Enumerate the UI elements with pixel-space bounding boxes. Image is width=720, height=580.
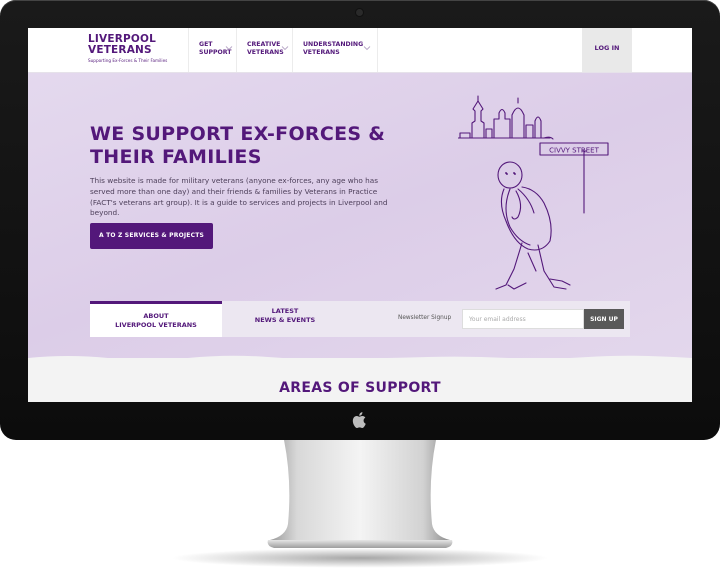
top-navigation: LIVERPOOL VETERANS Supporting Ex-Forces … (28, 28, 692, 73)
nav-item-get-support[interactable]: GET SUPPORT (188, 28, 237, 72)
sign-up-button[interactable]: SIGN UP (584, 309, 624, 329)
chevron-down-icon (363, 46, 371, 51)
a-to-z-services-button[interactable]: A TO Z SERVICES & PROJECTS (90, 223, 213, 249)
tab-about-liverpool-veterans[interactable]: ABOUT LIVERPOOL VETERANS (90, 301, 222, 337)
hero-description: This website is made for military vetera… (90, 176, 388, 218)
browser-screen: LIVERPOOL VETERANS Supporting Ex-Forces … (28, 28, 692, 402)
civvy-street-sign: CIVVY STREET (549, 146, 599, 154)
hero-title: WE SUPPORT EX-FORCES & THEIR FAMILIES (90, 123, 386, 168)
chevron-down-icon (281, 46, 289, 51)
logo-tagline: Supporting Ex-Forces & Their Families (88, 58, 168, 63)
logo-line-2: VETERANS (88, 44, 152, 56)
tab-latest-news-events[interactable]: LATEST NEWS & EVENTS (230, 301, 340, 337)
monitor-frame: LIVERPOOL VETERANS Supporting Ex-Forces … (0, 0, 720, 440)
chevron-down-icon (225, 46, 233, 51)
nav-item-label: CREATIVE VETERANS (247, 41, 284, 56)
cta-label: A TO Z SERVICES & PROJECTS (98, 232, 205, 239)
nav-item-creative-veterans[interactable]: CREATIVE VETERANS (236, 28, 293, 72)
login-button[interactable]: LOG IN (582, 28, 632, 72)
areas-of-support-section: AREAS OF SUPPORT (28, 355, 692, 402)
nav-item-label: UNDERSTANDING VETERANS (303, 41, 364, 56)
info-tabs-bar: ABOUT LIVERPOOL VETERANS LATEST NEWS & E… (90, 301, 630, 337)
login-label: LOG IN (594, 44, 620, 52)
areas-of-support-heading: AREAS OF SUPPORT (279, 380, 441, 396)
section-divider (28, 355, 692, 364)
tab-about-label: ABOUT LIVERPOOL VETERANS (115, 312, 197, 329)
site-logo[interactable]: LIVERPOOL VETERANS Supporting Ex-Forces … (88, 34, 178, 68)
veteran-illustration: CIVVY STREET (458, 95, 609, 290)
monitor-stand (267, 440, 453, 548)
apple-logo-icon (352, 412, 366, 428)
newsletter-label: Newsletter Signup (398, 315, 452, 321)
monitor-shadow (170, 548, 550, 568)
nav-item-understanding-veterans[interactable]: UNDERSTANDING VETERANS (292, 28, 378, 72)
hero-section: WE SUPPORT EX-FORCES & THEIR FAMILIES Th… (28, 73, 692, 358)
tab-latest-label: LATEST NEWS & EVENTS (254, 307, 316, 324)
newsletter-email-input[interactable] (462, 309, 584, 329)
camera-icon (356, 9, 363, 16)
